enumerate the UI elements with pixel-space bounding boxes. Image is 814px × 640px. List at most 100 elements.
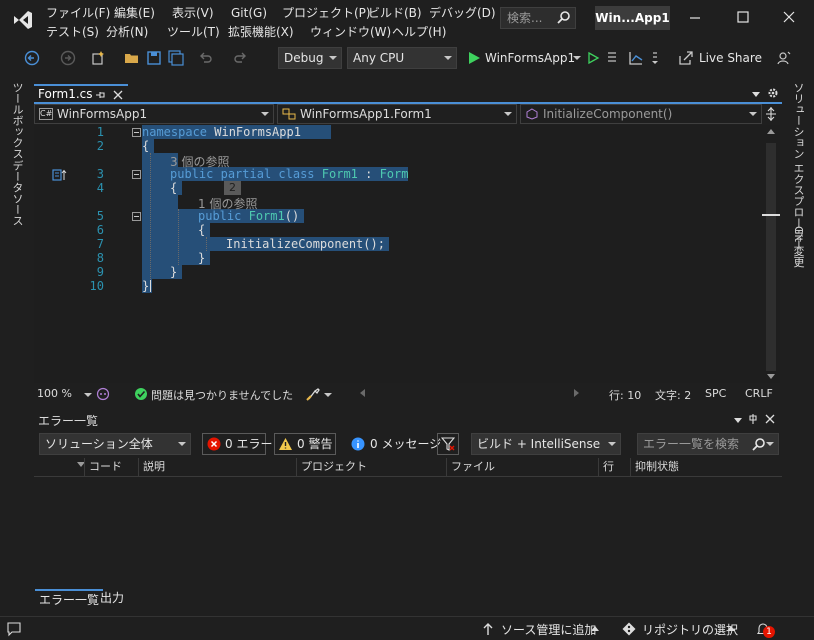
scroll-down-icon[interactable] [767, 374, 775, 379]
split-editor-icon[interactable] [764, 106, 778, 122]
menu-help[interactable]: ヘルプ(H) [392, 24, 446, 41]
editor-vertical-scrollbar[interactable] [762, 125, 780, 383]
navigate-forward-icon[interactable] [60, 50, 76, 66]
collapse-region-icon[interactable] [132, 128, 141, 137]
menu-build[interactable]: ビルド(B) [368, 5, 422, 22]
panel-options-icon[interactable] [734, 418, 742, 423]
code-token: } [142, 279, 150, 293]
menu-test[interactable]: テスト(S) [46, 24, 99, 41]
menu-tools[interactable]: ツール(T) [167, 24, 220, 41]
new-project-icon[interactable] [90, 50, 106, 66]
cursor-line[interactable]: 行: 10 [609, 387, 641, 403]
toolbox-tab[interactable]: ツールボックス [9, 82, 25, 159]
tab-error-list[interactable]: エラー一覧 [35, 589, 104, 607]
column-suppression-state[interactable]: 抑制状態 [630, 458, 780, 476]
whitespace-mode[interactable]: SPC [705, 387, 726, 400]
start-debugging-icon[interactable] [466, 50, 482, 66]
column-project[interactable]: プロジェクト [296, 458, 446, 476]
line-ending[interactable]: CRLF [745, 387, 773, 400]
configuration-select[interactable]: Debug [278, 47, 342, 69]
hot-reload-icon[interactable] [604, 50, 620, 66]
copilot-icon[interactable] [96, 387, 110, 401]
undo-icon[interactable] [198, 50, 214, 66]
chevron-down-icon [749, 112, 757, 116]
column-description[interactable]: 説明 [138, 458, 296, 476]
error-list-body[interactable] [34, 478, 780, 586]
chevron-down-icon[interactable] [573, 56, 581, 60]
select-repository[interactable]: リポジトリの選択 [642, 621, 738, 638]
navigate-back-icon[interactable] [24, 50, 40, 66]
menu-extensions[interactable]: 拡張機能(X) [228, 24, 294, 41]
start-without-debugging-icon[interactable] [585, 50, 601, 66]
diagnostic-tools-icon[interactable] [628, 50, 644, 66]
toolbar-options-icon[interactable] [647, 50, 663, 66]
collapse-region-icon[interactable] [132, 212, 141, 221]
gear-icon[interactable] [766, 86, 780, 100]
menu-project[interactable]: プロジェクト(P) [282, 5, 371, 22]
feedback-icon[interactable] [776, 50, 792, 66]
code-editor[interactable]: 1 2 3 4 5 6 7 8 9 10 namespace WinFormsA… [34, 125, 762, 383]
live-share-label[interactable]: Live Share [699, 51, 762, 65]
project-navigation-select[interactable]: C# WinFormsApp1 [34, 104, 274, 124]
data-sources-tab[interactable]: データソース [9, 160, 25, 226]
scroll-up-icon[interactable] [767, 129, 775, 134]
zoom-level[interactable]: 100 % [37, 387, 72, 400]
menu-git[interactable]: Git(G) [231, 5, 267, 22]
menu-file[interactable]: ファイル(F) [46, 5, 110, 22]
scrollbar-track[interactable] [766, 143, 776, 371]
add-to-source-control[interactable]: ソース管理に追加 [501, 621, 596, 638]
pin-icon[interactable] [94, 89, 106, 101]
chevron-down-icon[interactable] [84, 393, 92, 397]
column-file[interactable]: ファイル [446, 458, 598, 476]
git-changes-tab[interactable]: Git 変更 [790, 226, 806, 267]
menu-analyze[interactable]: 分析(N) [106, 24, 148, 41]
line-number: 3 [96, 167, 104, 181]
chat-bubble-icon[interactable] [6, 621, 22, 637]
column-line[interactable]: 行 [598, 458, 630, 476]
close-tab-icon[interactable] [112, 89, 124, 101]
close-icon[interactable] [764, 413, 776, 425]
warnings-filter-button[interactable]: 0 警告 [274, 433, 336, 455]
code-cleanup-icon[interactable] [306, 387, 322, 401]
close-icon[interactable] [774, 6, 804, 28]
menu-window[interactable]: ウィンドウ(W) [310, 24, 391, 41]
issues-status[interactable]: 問題は見つかりませんでした [151, 387, 293, 403]
start-target-label[interactable]: WinFormsApp1 [485, 51, 575, 65]
scroll-right-icon[interactable] [574, 389, 579, 397]
error-source-select[interactable]: ビルド + IntelliSense [471, 433, 621, 455]
tab-list-dropdown-icon[interactable] [752, 92, 760, 97]
chevron-up-icon[interactable] [727, 626, 735, 631]
tab-output[interactable]: 出力 [96, 589, 128, 607]
pin-icon[interactable] [747, 413, 759, 425]
redo-icon[interactable] [232, 50, 248, 66]
chevron-down-icon [329, 56, 337, 60]
messages-count: 0 メッセージ [370, 437, 442, 451]
platform-select[interactable]: Any CPU [347, 47, 457, 69]
column-code[interactable]: コード [84, 458, 138, 476]
chevron-down-icon[interactable] [324, 393, 332, 397]
errors-filter-button[interactable]: 0 エラー [202, 433, 272, 455]
visual-studio-logo-icon[interactable] [12, 9, 34, 31]
save-all-icon[interactable] [168, 50, 184, 66]
error-scope-select[interactable]: ソリューション全体 [39, 433, 191, 455]
type-navigation-select[interactable]: WinFormsApp1.Form1 [277, 104, 517, 124]
collapse-region-icon[interactable] [132, 170, 141, 179]
minimize-icon[interactable] [680, 6, 710, 28]
menu-debug[interactable]: デバッグ(D) [429, 5, 496, 22]
maximize-icon[interactable] [728, 6, 758, 28]
menu-edit[interactable]: 編集(E) [114, 5, 155, 22]
document-tab-form1[interactable]: Form1.cs [34, 84, 128, 103]
filter-button[interactable] [437, 433, 459, 455]
save-icon[interactable] [146, 50, 162, 66]
search-box[interactable]: 検索... [500, 7, 576, 29]
cursor-char[interactable]: 文字: 2 [655, 387, 691, 403]
live-share-icon[interactable] [678, 50, 694, 66]
error-search-input[interactable]: エラー一覧を検索 [637, 433, 779, 455]
open-folder-icon[interactable] [124, 50, 140, 66]
scroll-left-icon[interactable] [360, 389, 365, 397]
chevron-up-icon[interactable] [591, 626, 599, 631]
member-navigation-select[interactable]: InitializeComponent() [520, 104, 762, 124]
menu-view[interactable]: 表示(V) [172, 5, 214, 22]
warning-icon [279, 438, 292, 450]
designer-file-icon[interactable] [52, 169, 68, 181]
